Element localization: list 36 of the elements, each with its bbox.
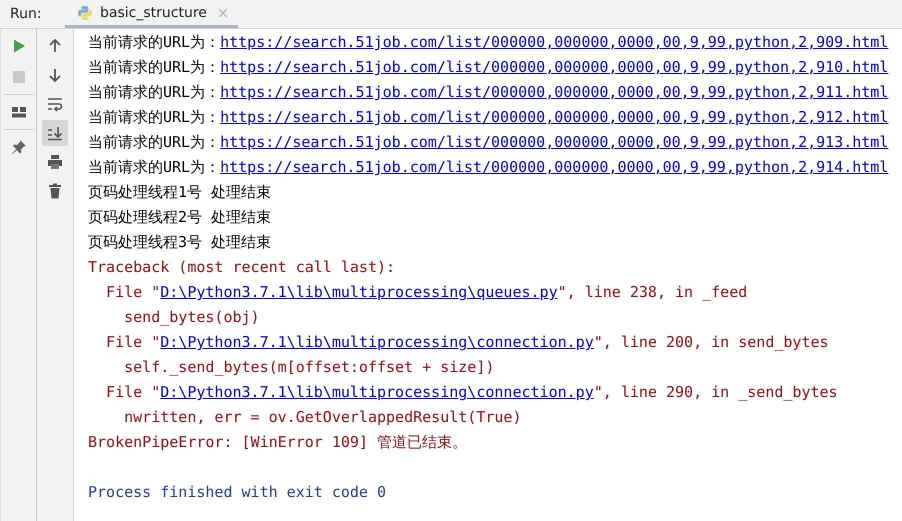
console-text: 当前请求的URL为： <box>88 33 220 51</box>
console-text: BrokenPipeError: [WinError 109] 管道已结束。 <box>88 433 467 451</box>
console-text: 当前请求的URL为： <box>88 83 220 101</box>
python-icon <box>77 4 93 20</box>
run-label: Run: <box>9 6 43 22</box>
console-text: 页码处理线程2号 处理结束 <box>88 208 272 226</box>
file-link[interactable]: https://search.51job.com/list/000000,000000,0000,00,9,99,python,2,912.html <box>220 108 888 126</box>
console-text: ", line 290, in _send_bytes <box>594 383 838 401</box>
console-text: nwritten, err = ov.GetOverlappedResult(True) <box>123 408 522 426</box>
file-link[interactable]: https://search.51job.com/list/000000,000000,0000,00,9,99,python,2,914.html <box>220 158 888 176</box>
layout-icon[interactable] <box>10 104 26 120</box>
scroll-to-end-icon[interactable] <box>42 120 68 146</box>
console-text: File " <box>105 383 160 401</box>
run-tab[interactable]: basic_structure <box>65 0 238 28</box>
console-text: 当前请求的URL为： <box>88 58 220 76</box>
console-text: Traceback (most recent call last): <box>88 258 396 276</box>
pin-icon[interactable] <box>10 139 26 155</box>
console-text: Process finished with exit code 0 <box>88 483 386 501</box>
file-link[interactable]: https://search.51job.com/list/000000,000000,0000,00,9,99,python,2,910.html <box>220 58 888 76</box>
console-text: send_bytes(obj) <box>123 308 260 326</box>
console-text: 页码处理线程3号 处理结束 <box>88 233 272 251</box>
file-link[interactable]: https://search.51job.com/list/000000,000000,0000,00,9,99,python,2,909.html <box>220 33 888 51</box>
console-text: 当前请求的URL为： <box>88 108 220 126</box>
console-text: 页码处理线程1号 处理结束 <box>88 183 272 201</box>
file-link[interactable]: D:\Python3.7.1\lib\multiprocessing\queues.py <box>160 283 558 301</box>
file-link[interactable]: https://search.51job.com/list/000000,000000,0000,00,9,99,python,2,913.html <box>220 133 888 151</box>
console-text: ", line 200, in send_bytes <box>594 333 829 351</box>
file-link[interactable]: D:\Python3.7.1\lib\multiprocessing\connection.py <box>160 383 594 401</box>
console-text: ", line 238, in _feed <box>558 283 748 301</box>
file-link[interactable]: https://search.51job.com/list/000000,000000,0000,00,9,99,python,2,911.html <box>220 83 888 101</box>
console-text: self._send_bytes(m[offset:offset + size]) <box>123 358 494 376</box>
console-text: File " <box>105 283 160 301</box>
file-link[interactable]: D:\Python3.7.1\lib\multiprocessing\connection.py <box>160 333 594 351</box>
console-text: 当前请求的URL为： <box>88 158 220 176</box>
console-text: 当前请求的URL为： <box>88 133 220 151</box>
console-text: File " <box>105 333 160 351</box>
